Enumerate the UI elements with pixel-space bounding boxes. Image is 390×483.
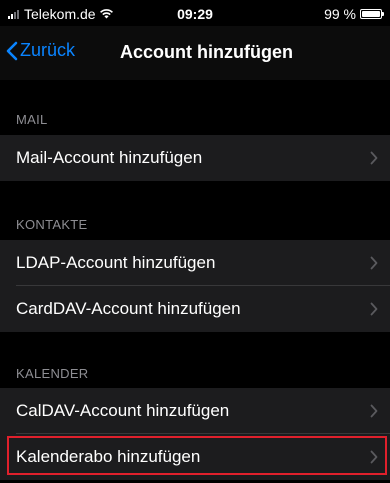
page-title: Account hinzufügen xyxy=(120,42,293,62)
section-header-contacts: KONTAKTE xyxy=(16,217,88,232)
section-header-calendar: KALENDER xyxy=(16,366,89,381)
chevron-right-icon xyxy=(370,302,378,316)
chevron-left-icon xyxy=(6,41,18,60)
navigation-bar: Zurück Account hinzufügen xyxy=(0,26,390,80)
row-label: LDAP-Account hinzufügen xyxy=(16,253,216,272)
battery-icon xyxy=(360,9,384,19)
chevron-right-icon xyxy=(370,151,378,165)
caldav-account-row[interactable]: CalDAV-Account hinzufügen xyxy=(0,388,390,434)
chevron-right-icon xyxy=(370,256,378,270)
battery-percent: 99 % xyxy=(324,6,356,22)
row-label: CardDAV-Account hinzufügen xyxy=(16,299,241,318)
carddav-account-row[interactable]: CardDAV-Account hinzufügen xyxy=(0,286,390,332)
ldap-account-row[interactable]: LDAP-Account hinzufügen xyxy=(0,240,390,286)
calendar-subscription-row[interactable]: Kalenderabo hinzufügen xyxy=(0,434,390,480)
back-button[interactable]: Zurück xyxy=(6,40,75,61)
row-label: CalDAV-Account hinzufügen xyxy=(16,401,230,420)
back-label: Zurück xyxy=(20,40,76,60)
chevron-right-icon xyxy=(370,404,378,418)
mail-account-row[interactable]: Mail-Account hinzufügen xyxy=(0,135,390,181)
row-label: Mail-Account hinzufügen xyxy=(16,148,203,167)
status-right: 99 % xyxy=(324,6,384,22)
chevron-right-icon xyxy=(370,450,378,464)
status-bar: Telekom.de 09:29 99 % xyxy=(0,0,390,26)
section-header-mail: MAIL xyxy=(16,112,48,127)
battery-fill xyxy=(362,11,380,17)
row-label: Kalenderabo hinzufügen xyxy=(16,447,201,466)
